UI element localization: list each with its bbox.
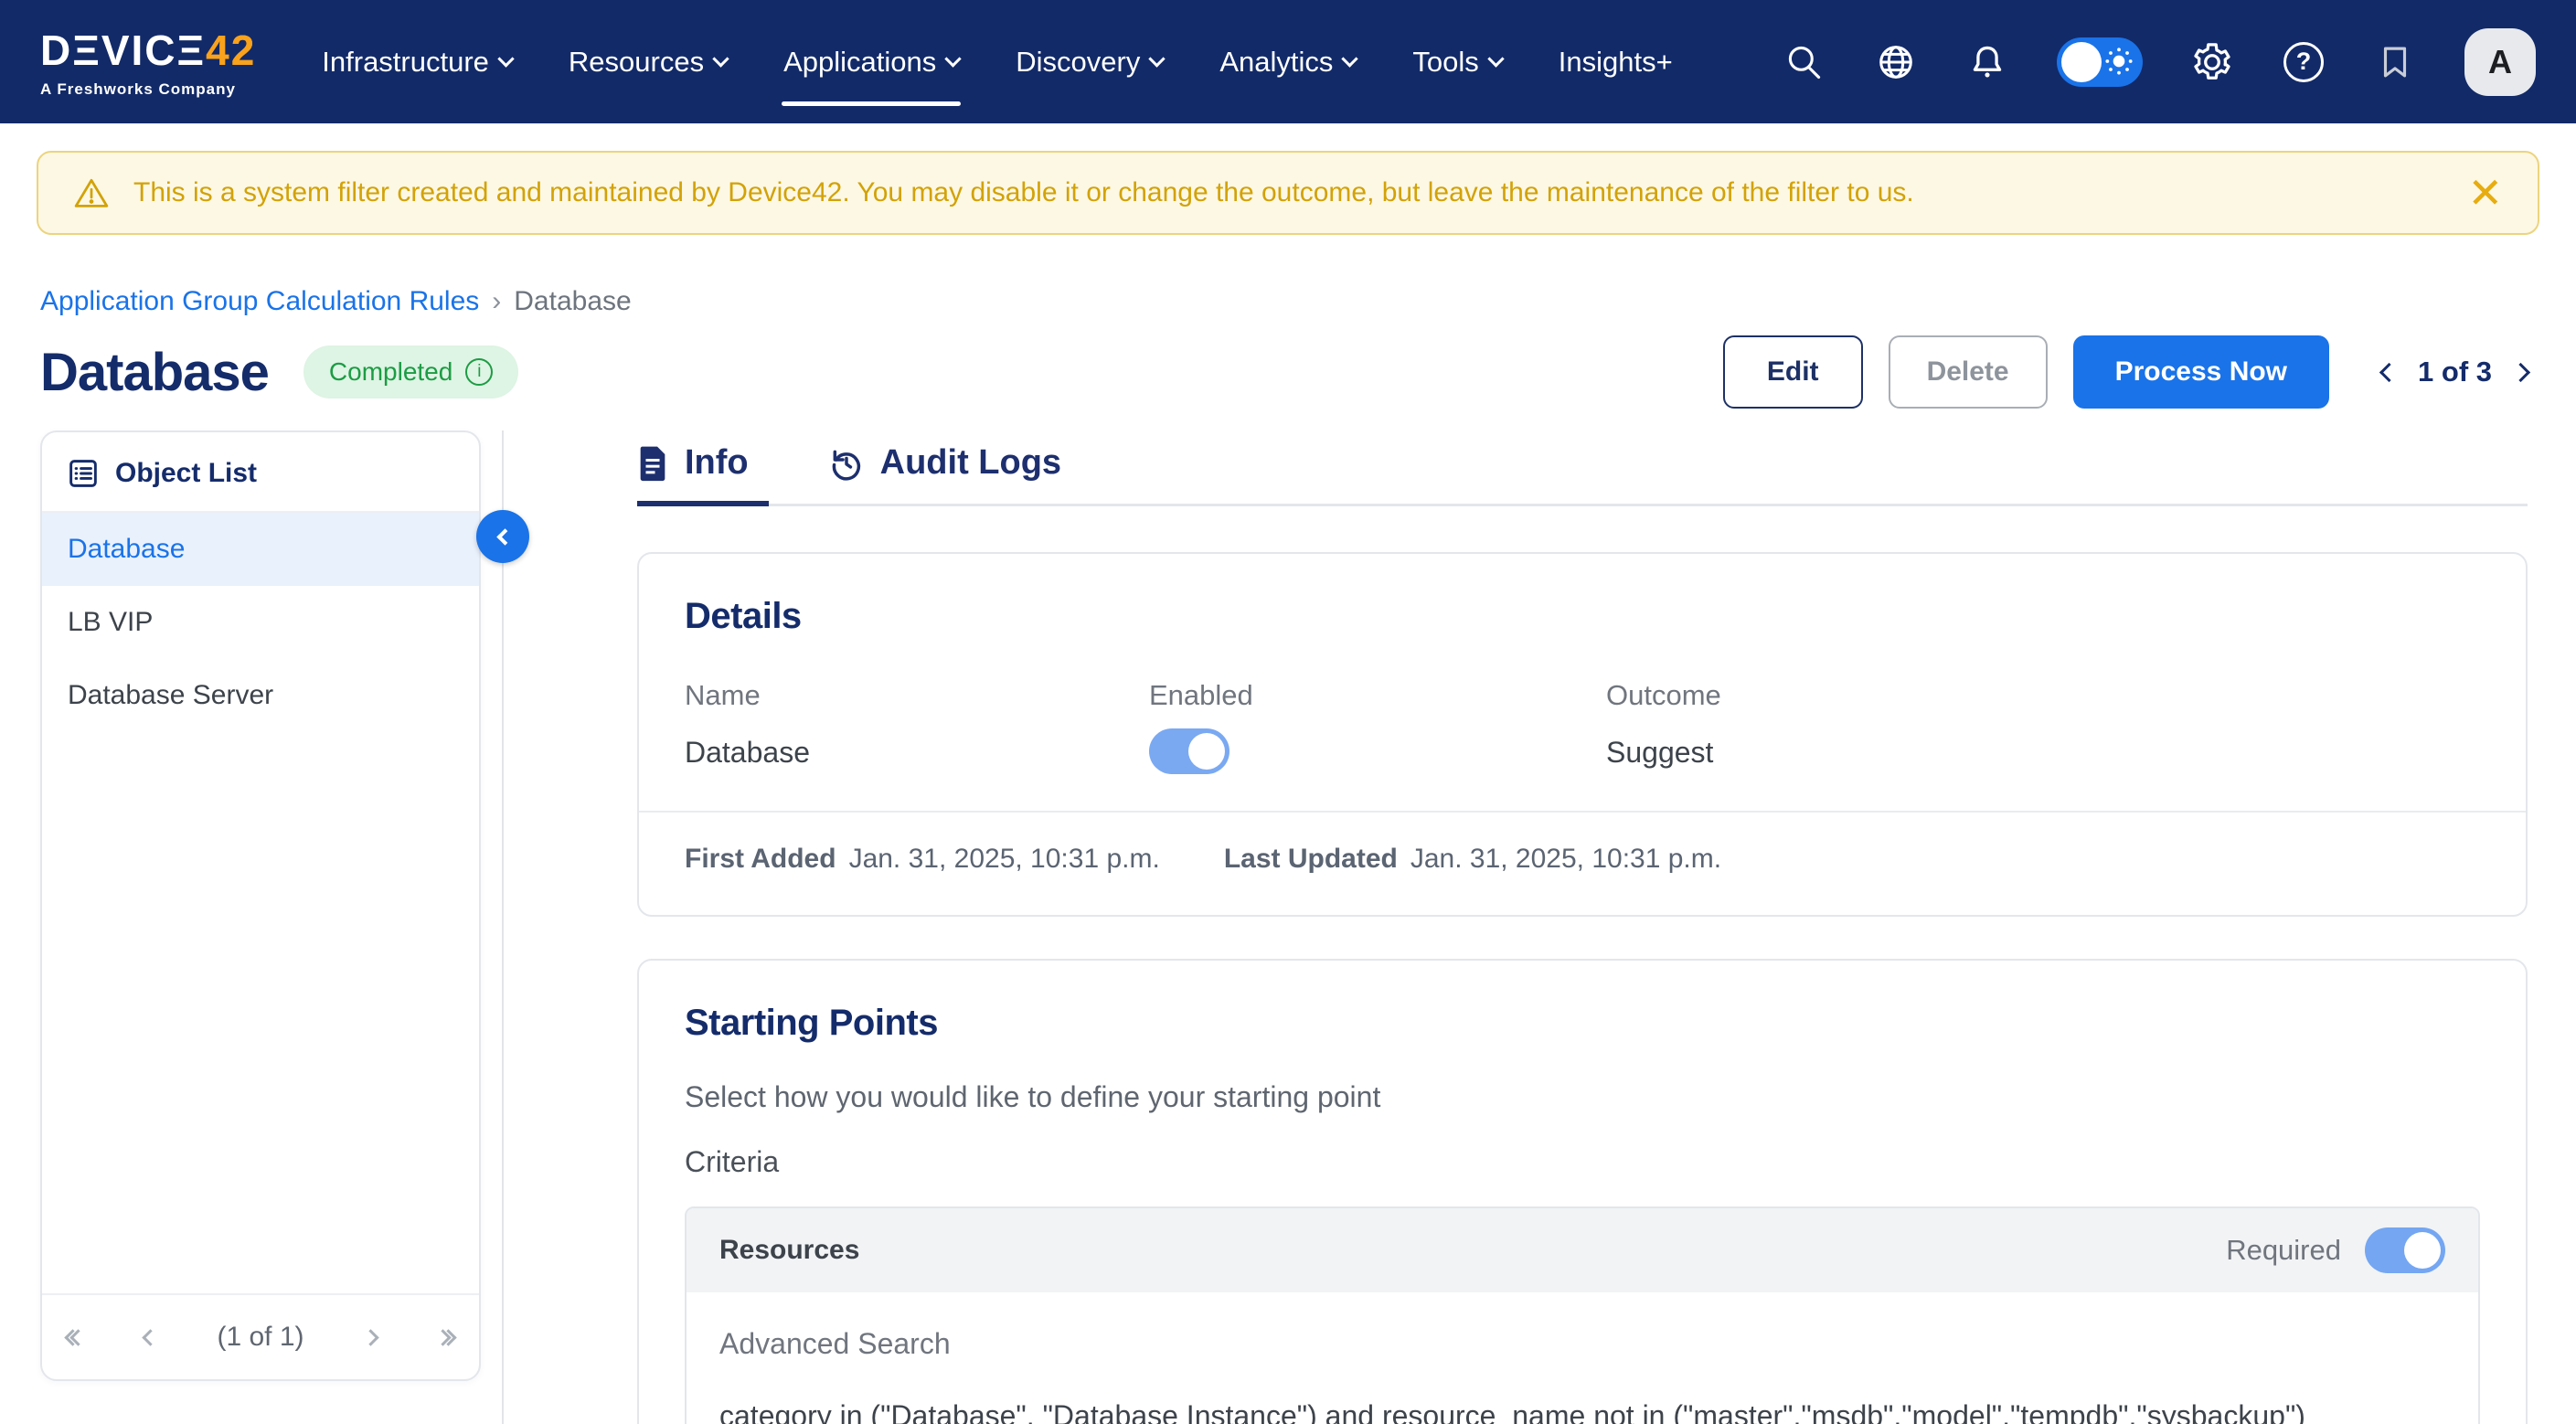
top-navbar: DΞVICΞ42 A Freshworks Company Infrastruc… [0,0,2576,123]
chevron-down-icon [497,50,514,67]
enabled-label: Enabled [1149,679,1606,712]
menu-discovery[interactable]: Discovery [1014,29,1165,95]
enabled-toggle[interactable] [1149,728,1229,774]
tab-info[interactable]: Info [637,430,769,506]
main-panel: Info Audit Logs Details Name Database [637,430,2528,1424]
details-dates: First Added Jan. 31, 2025, 10:31 p.m. La… [639,813,2526,915]
gear-icon[interactable] [2190,40,2234,84]
pager-prev-icon[interactable] [2379,362,2399,381]
device42-logo[interactable]: DΞVICΞ42 A Freshworks Company [40,26,256,99]
info-icon[interactable] [465,358,493,386]
globe-icon[interactable] [1874,40,1918,84]
theme-toggle-knob [2061,42,2102,82]
logo-subtitle: A Freshworks Company [40,80,256,99]
warning-icon [73,175,110,211]
object-list-pager: (1 of 1) [42,1293,479,1379]
menu-resources[interactable]: Resources [567,29,729,95]
object-list-header: Object List [42,432,479,513]
pager-label: 1 of 3 [2418,356,2492,388]
help-icon[interactable] [2282,40,2326,84]
bell-icon[interactable] [1965,40,2009,84]
title-row: Database Completed Edit Delete Process N… [40,330,2528,414]
breadcrumb-link-rules[interactable]: Application Group Calculation Rules [40,286,479,317]
close-icon[interactable]: ✕ [2467,172,2503,214]
breadcrumb-current: Database [514,286,631,317]
starting-points-heading: Starting Points [685,1003,2480,1044]
delete-button[interactable]: Delete [1889,335,2048,409]
list-item-database[interactable]: Database [42,513,479,586]
logo-42: 42 [206,26,256,75]
chevron-down-icon [1487,50,1504,67]
starting-points-card: Starting Points Select how you would lik… [637,959,2528,1424]
system-filter-banner: This is a system filter created and main… [37,151,2539,235]
breadcrumb: Application Group Calculation Rules › Da… [40,286,2528,317]
status-badge: Completed [303,345,518,399]
banner-text: This is a system filter created and main… [133,177,1914,208]
details-card: Details Name Database Enabled Outcome Su… [637,552,2528,917]
edit-button[interactable]: Edit [1723,335,1863,409]
field-outcome: Outcome Suggest [1606,679,2480,774]
pager-label: (1 of 1) [217,1322,303,1353]
outcome-value: Suggest [1606,736,2480,770]
menu-analytics[interactable]: Analytics [1218,29,1357,95]
field-name: Name Database [685,679,1149,774]
history-icon [829,446,864,481]
pager-last-icon[interactable] [437,1332,454,1344]
list-item-database-server[interactable]: Database Server [42,659,479,732]
list-item-lb-vip[interactable]: LB VIP [42,586,479,659]
bookmark-icon[interactable] [2373,40,2417,84]
criteria-label: Criteria [685,1145,2480,1179]
details-heading: Details [685,596,2480,637]
avatar[interactable]: A [2464,28,2536,96]
outcome-label: Outcome [1606,679,2480,712]
field-enabled: Enabled [1149,679,1606,774]
page-title: Database [40,342,269,403]
object-list-panel: Object List Database LB VIP Database Ser… [40,430,481,1381]
search-icon[interactable] [1783,40,1826,84]
chevron-down-icon [1342,50,1358,67]
content-area: Object List Database LB VIP Database Ser… [0,430,2576,1424]
logo-wordmark-text: DΞVICΞ [40,26,206,75]
first-added: First Added Jan. 31, 2025, 10:31 p.m. [685,844,1160,875]
resources-header: Resources Required [687,1208,2478,1292]
chevron-down-icon [1149,50,1166,67]
advanced-search-query: category in ("Database", "Database Insta… [719,1399,2445,1424]
pager-next-icon[interactable] [2511,362,2530,381]
required-label: Required [2226,1234,2341,1267]
sun-icon [2102,44,2136,79]
panel-divider [502,430,504,1424]
document-icon [637,445,668,482]
menu-infrastructure[interactable]: Infrastructure [320,29,514,95]
breadcrumb-separator: › [492,286,501,317]
collapse-sidebar-button[interactable] [476,510,529,563]
chevron-down-icon [712,50,729,67]
main-menu: Infrastructure Resources Applications Di… [320,29,1674,95]
process-now-button[interactable]: Process Now [2073,335,2329,409]
menu-applications[interactable]: Applications [782,29,961,95]
resources-panel: Resources Required Advanced Search categ… [685,1206,2480,1424]
theme-toggle[interactable] [2057,37,2143,87]
advanced-search-label: Advanced Search [719,1327,2445,1361]
pager-first-icon[interactable] [67,1332,84,1344]
pager-prev-icon[interactable] [143,1329,159,1345]
resources-body: Advanced Search category in ("Database",… [687,1292,2478,1424]
menu-tools[interactable]: Tools [1410,29,1503,95]
menu-insights[interactable]: Insights+ [1557,29,1675,95]
chevron-down-icon [945,50,962,67]
last-updated: Last Updated Jan. 31, 2025, 10:31 p.m. [1224,844,1721,875]
navbar-icon-cluster: A [1783,28,2536,96]
starting-points-subtitle: Select how you would like to define your… [685,1080,2480,1114]
pager-next-icon[interactable] [362,1329,378,1345]
name-value: Database [685,736,1149,770]
name-label: Name [685,679,1149,712]
action-buttons: Edit Delete Process Now 1 of 3 [1723,335,2528,409]
required-toggle[interactable] [2365,1227,2445,1273]
object-list-icon [68,458,99,489]
tab-bar: Info Audit Logs [637,430,2528,506]
tab-audit-logs[interactable]: Audit Logs [829,430,1081,506]
record-pager: 1 of 3 [2382,356,2528,388]
resources-label: Resources [719,1235,859,1266]
